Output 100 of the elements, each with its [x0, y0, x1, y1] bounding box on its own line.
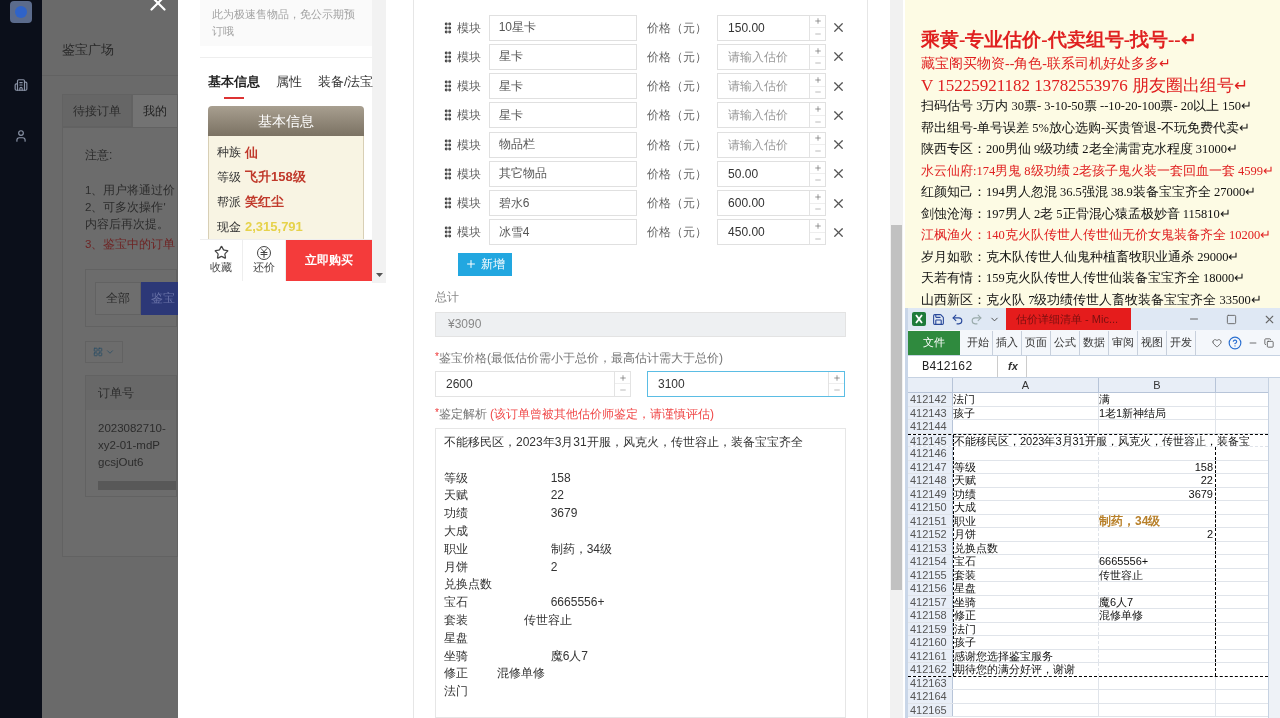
item-name-field[interactable]: 星卡: [488, 102, 637, 129]
spreadsheet-cell[interactable]: 兑换点数: [954, 541, 998, 554]
scrollbar[interactable]: [1268, 378, 1280, 718]
scroll-down-icon[interactable]: [375, 273, 383, 277]
notice-line: 内容后再次提。: [85, 217, 170, 232]
ribbon-tab[interactable]: 插入: [993, 330, 1022, 355]
row-number[interactable]: 412158: [908, 609, 953, 622]
spreadsheet-cell[interactable]: 158: [1194, 460, 1213, 473]
spreadsheet-cell[interactable]: 孩子: [953, 406, 975, 419]
column-header[interactable]: A: [953, 378, 1099, 392]
spreadsheet-cell[interactable]: 感谢您选择鉴宝服务: [954, 649, 1053, 662]
item-name-field[interactable]: 其它物品: [488, 160, 637, 187]
spreadsheet-cell[interactable]: 不能移民区，2023年3月31开服，风克火，传世容止，装备宝: [954, 434, 1250, 446]
spreadsheet-cell[interactable]: 月饼: [954, 528, 976, 540]
spreadsheet-cell[interactable]: 混修单修: [1099, 609, 1143, 622]
spreadsheet-cell[interactable]: 宝石: [954, 555, 976, 567]
undo-icon[interactable]: [951, 312, 964, 326]
ribbon-tab[interactable]: 数据: [1080, 330, 1109, 355]
buy-button[interactable]: 立即购买: [286, 240, 372, 281]
heart-icon[interactable]: [1212, 337, 1222, 348]
name-box[interactable]: B412162: [908, 356, 998, 377]
spreadsheet-cell[interactable]: 2: [1206, 528, 1213, 541]
save-icon[interactable]: [932, 312, 945, 326]
spreadsheet-cell[interactable]: 星盘: [954, 582, 976, 594]
spreadsheet-cell[interactable]: 魔6人7: [1099, 595, 1134, 608]
ribbon-tab[interactable]: 审阅: [1109, 330, 1138, 355]
min-price-field[interactable]: 2600: [435, 371, 631, 397]
item-name-field[interactable]: 冰雪4: [488, 219, 637, 246]
spreadsheet-cell[interactable]: 1老1新神结局: [1099, 406, 1167, 419]
spreadsheet-cell[interactable]: 等级: [954, 460, 976, 473]
spreadsheet-cell[interactable]: 6665556+: [1099, 555, 1149, 568]
spreadsheet-cell[interactable]: 坐骑: [954, 595, 976, 608]
row-number[interactable]: 412162: [908, 663, 953, 676]
item-label: 模块: [455, 48, 482, 66]
document-line: 陕西专区：200男仙 9级功绩 2老全满雷克水程度 31000↵: [921, 141, 1238, 158]
spreadsheet-cell[interactable]: 期待您的满分好评，谢谢: [954, 663, 1075, 675]
row-number[interactable]: 412163: [908, 676, 953, 689]
user-icon[interactable]: [14, 129, 28, 143]
item-name-field[interactable]: 10星卡: [488, 14, 637, 41]
ribbon-tab[interactable]: 页面: [1022, 330, 1051, 355]
tab[interactable]: 装备/法宝: [318, 72, 374, 92]
logo-icon[interactable]: [10, 1, 32, 23]
spreadsheet-cell[interactable]: 套装: [954, 568, 976, 581]
spreadsheet-cell[interactable]: 22: [1200, 474, 1213, 487]
spreadsheet-cell[interactable]: 传世容止: [1099, 568, 1143, 581]
row-number[interactable]: 412160: [908, 636, 953, 649]
spreadsheet-cell[interactable]: 3679: [1188, 487, 1213, 500]
item-name-field[interactable]: 星卡: [488, 73, 637, 100]
scrollbar-thumb[interactable]: [891, 225, 902, 590]
help-icon[interactable]: [1228, 335, 1242, 350]
analysis-line: 天赋 22: [444, 487, 565, 505]
spreadsheet-cell[interactable]: 天赋: [954, 474, 976, 486]
spreadsheet-cell[interactable]: 法门: [953, 393, 975, 405]
action-button[interactable]: 收藏: [200, 240, 243, 281]
spreadsheet-cell[interactable]: 满: [1099, 393, 1110, 406]
notice-title: 注意:: [85, 147, 114, 164]
plus-icon: [813, 105, 822, 114]
row-number[interactable]: 412150: [908, 501, 953, 514]
item-label: 模块: [455, 195, 482, 213]
ribbon-tab[interactable]: 视图: [1138, 330, 1167, 355]
required-mark: *: [435, 406, 439, 418]
column-header[interactable]: B: [1099, 378, 1216, 392]
tab[interactable]: 基本信息: [208, 72, 260, 92]
function-label[interactable]: fx: [1008, 358, 1018, 375]
column-toggle-button[interactable]: [85, 341, 123, 363]
analysis-line: 套装 传世容止: [444, 611, 572, 629]
ribbon-tab[interactable]: 开始: [964, 330, 993, 355]
spreadsheet-cell[interactable]: 修正: [954, 609, 976, 621]
building-icon[interactable]: [14, 78, 28, 92]
ribbon-tab[interactable]: 开发: [1167, 330, 1196, 355]
row-number[interactable]: 412164: [908, 690, 953, 703]
item-name-field[interactable]: 星卡: [488, 43, 637, 70]
spreadsheet-app-icon[interactable]: [912, 312, 926, 326]
row-number[interactable]: 412148: [908, 474, 953, 487]
spreadsheet-cell[interactable]: 功绩: [954, 487, 976, 500]
spreadsheet-cell[interactable]: 孩子: [954, 636, 976, 648]
spreadsheet-cell[interactable]: 制药，34级: [1099, 514, 1161, 527]
analysis-field[interactable]: 不能移民区，2023年3月31开服，风克火，传世容止，装备宝宝齐全 等级 158 天赋 22 功绩 3679 大成 职业 制药，34级 月饼 2 兑换点数 宝石 6665556+ 套装 传世容止 星盘 坐骑 魔6人7 修正 混修单修 法门: [435, 428, 846, 718]
max-price-field[interactable]: 3100: [647, 371, 845, 397]
plus-icon: [465, 258, 477, 271]
ribbon-tab[interactable]: 文件: [908, 330, 960, 355]
item-name-field[interactable]: 碧水6: [488, 190, 637, 217]
item-name-field[interactable]: 物品栏: [488, 131, 637, 158]
ribbon-tab[interactable]: 公式: [1051, 330, 1080, 355]
redo-icon[interactable]: [970, 312, 983, 326]
notice-line: 2、可多次操作': [85, 200, 167, 215]
row-number[interactable]: 412146: [908, 447, 953, 460]
row-number[interactable]: 412142: [908, 393, 953, 406]
row-number[interactable]: 412154: [908, 555, 953, 568]
card-header: 基本信息: [208, 106, 364, 136]
row-number[interactable]: 412152: [908, 528, 953, 541]
row-number[interactable]: 412144: [908, 420, 953, 433]
maximize-icon[interactable]: [1226, 313, 1237, 325]
tab[interactable]: 属性: [276, 72, 302, 92]
row-number[interactable]: 412156: [908, 582, 953, 595]
spreadsheet-cell[interactable]: 大成: [954, 501, 976, 513]
restore-icon[interactable]: [1264, 337, 1274, 348]
spreadsheet-cell[interactable]: 法门: [954, 622, 976, 635]
spreadsheet-cell[interactable]: 职业: [954, 514, 976, 527]
row-number[interactable]: 412145: [908, 434, 953, 446]
